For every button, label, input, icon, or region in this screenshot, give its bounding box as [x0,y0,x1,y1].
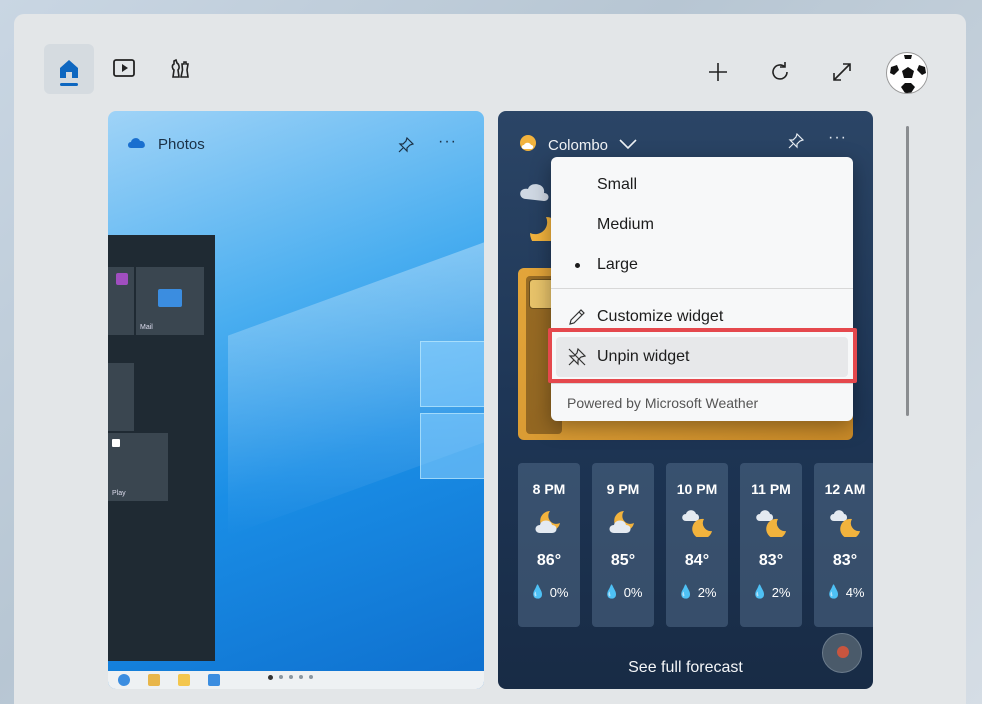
games-tab[interactable] [160,46,200,90]
cloudy-night-icon [680,507,714,542]
hour-time: 8 PM [533,481,566,497]
plus-icon [707,61,729,83]
rain-chance: 💧4% [826,584,865,600]
hour-time: 12 AM [825,481,866,497]
hour-time: 11 PM [751,481,791,497]
tile-mail-label: Mail [140,324,153,331]
soccer-ball-avatar[interactable] [886,52,928,94]
expand-button[interactable] [822,52,862,92]
chevron-down-icon[interactable] [618,137,638,154]
menu-item-label: Customize widget [597,308,723,326]
hourly-forecast: 8 PM 86° 💧0% 9 PM 85° 💧0% 10 PM 84° 💧2% … [518,463,873,627]
hour-temp: 83° [833,552,857,570]
selected-bullet-icon [575,263,580,268]
pin-icon[interactable] [398,137,414,158]
hour-card[interactable]: 9 PM 85° 💧0% [592,463,654,627]
highlight-box [548,328,857,383]
scrollbar[interactable] [906,126,909,416]
home-tab[interactable] [44,44,94,94]
partly-sunny-icon [518,133,538,157]
more-options-button[interactable]: ··· [828,129,847,147]
windows-logo-wallpaper [420,333,484,483]
hour-card[interactable]: 10 PM 84° 💧2% [666,463,728,627]
raindrop-icon: 💧 [678,584,694,600]
raindrop-icon: 💧 [826,584,842,600]
rain-chance: 💧2% [678,584,717,600]
hour-card[interactable]: 12 AM 83° 💧4% [814,463,873,627]
menu-item-label: Medium [597,216,654,234]
location-name: Colombo [548,137,608,154]
hour-card[interactable]: 8 PM 86° 💧0% [518,463,580,627]
hour-temp: 86° [537,552,561,570]
refresh-icon [768,60,792,84]
cloudy-night-icon [606,507,640,542]
menu-item-label: Small [597,176,637,194]
menu-item-label: Large [597,256,638,274]
raindrop-icon: 💧 [604,584,620,600]
tile-mail: Mail [136,267,204,335]
cloudy-night-icon [754,507,788,542]
photos-widget[interactable]: Photos ··· Mail Play [108,111,484,689]
menu-divider [551,383,853,384]
expand-icon [831,61,853,83]
hour-temp: 84° [685,552,709,570]
tile-play-label: Play [112,490,126,497]
menu-item-medium[interactable]: Medium [551,205,853,245]
rain-chance: 💧2% [752,584,791,600]
onedrive-icon [126,135,148,153]
hour-temp: 83° [759,552,783,570]
start-menu-screenshot: Mail Play [108,235,215,661]
hour-card[interactable]: 11 PM 83° 💧2% [740,463,802,627]
raindrop-icon: 💧 [530,584,546,600]
page-dots[interactable] [268,675,313,680]
powered-by-text: Powered by Microsoft Weather [567,395,758,411]
photos-title: Photos [158,136,205,153]
chess-icon [167,55,193,81]
photos-header: Photos [126,135,205,153]
refresh-button[interactable] [760,52,800,92]
home-icon [57,57,81,81]
cloudy-night-icon [532,507,566,542]
tile-play: Play [108,433,168,501]
hour-temp: 85° [611,552,635,570]
taskbar-screenshot [108,671,484,689]
menu-item-small[interactable]: Small [551,165,853,205]
hour-time: 9 PM [607,481,640,497]
play-icon [112,56,136,80]
menu-item-large[interactable]: Large [551,245,853,285]
hour-time: 10 PM [677,481,717,497]
pin-icon[interactable] [788,133,804,154]
rain-chance: 💧0% [604,584,643,600]
menu-divider [551,288,853,289]
raindrop-icon: 💧 [752,584,768,600]
cloudy-night-icon [828,507,862,542]
see-full-forecast-link[interactable]: See full forecast [498,659,873,677]
more-options-button[interactable]: ··· [438,133,457,151]
video-tab[interactable] [104,46,144,90]
rain-chance: 💧0% [530,584,569,600]
weather-header[interactable]: Colombo [518,133,638,157]
weather-avatar[interactable] [822,633,862,673]
add-widget-button[interactable] [698,52,738,92]
